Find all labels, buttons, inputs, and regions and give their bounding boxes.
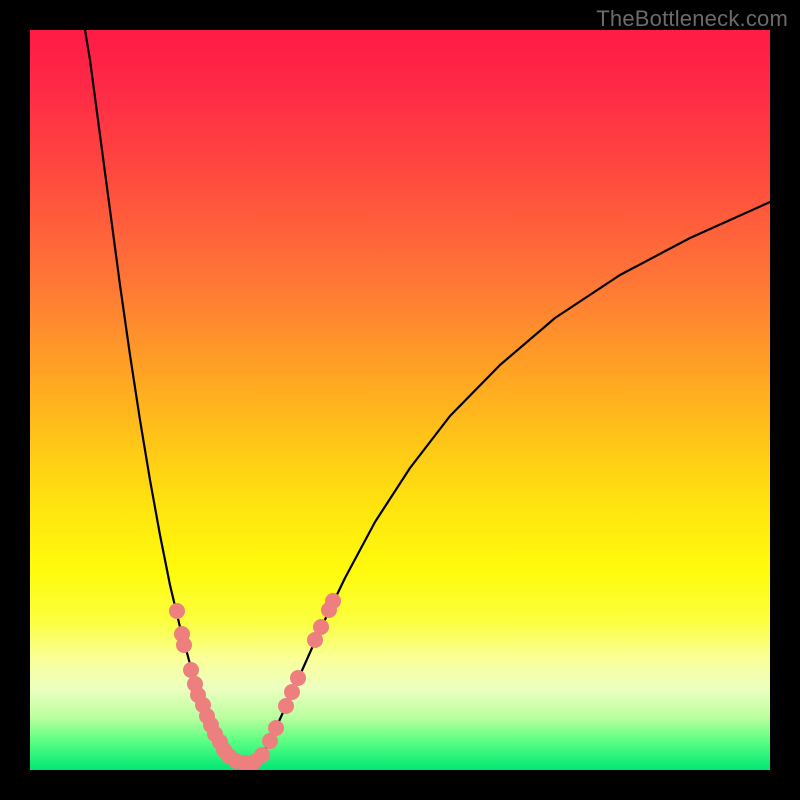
data-point (254, 747, 270, 763)
chart-frame: TheBottleneck.com (0, 0, 800, 800)
bottleneck-curve (30, 30, 770, 770)
data-point (284, 684, 300, 700)
curve-path (85, 30, 770, 764)
data-point (183, 662, 199, 678)
data-point (176, 637, 192, 653)
data-point (290, 670, 306, 686)
data-point (278, 698, 294, 714)
plot-area (30, 30, 770, 770)
data-point (313, 619, 329, 635)
data-point (268, 720, 284, 736)
data-point (325, 593, 341, 609)
data-point (169, 603, 185, 619)
watermark-text: TheBottleneck.com (596, 6, 788, 32)
